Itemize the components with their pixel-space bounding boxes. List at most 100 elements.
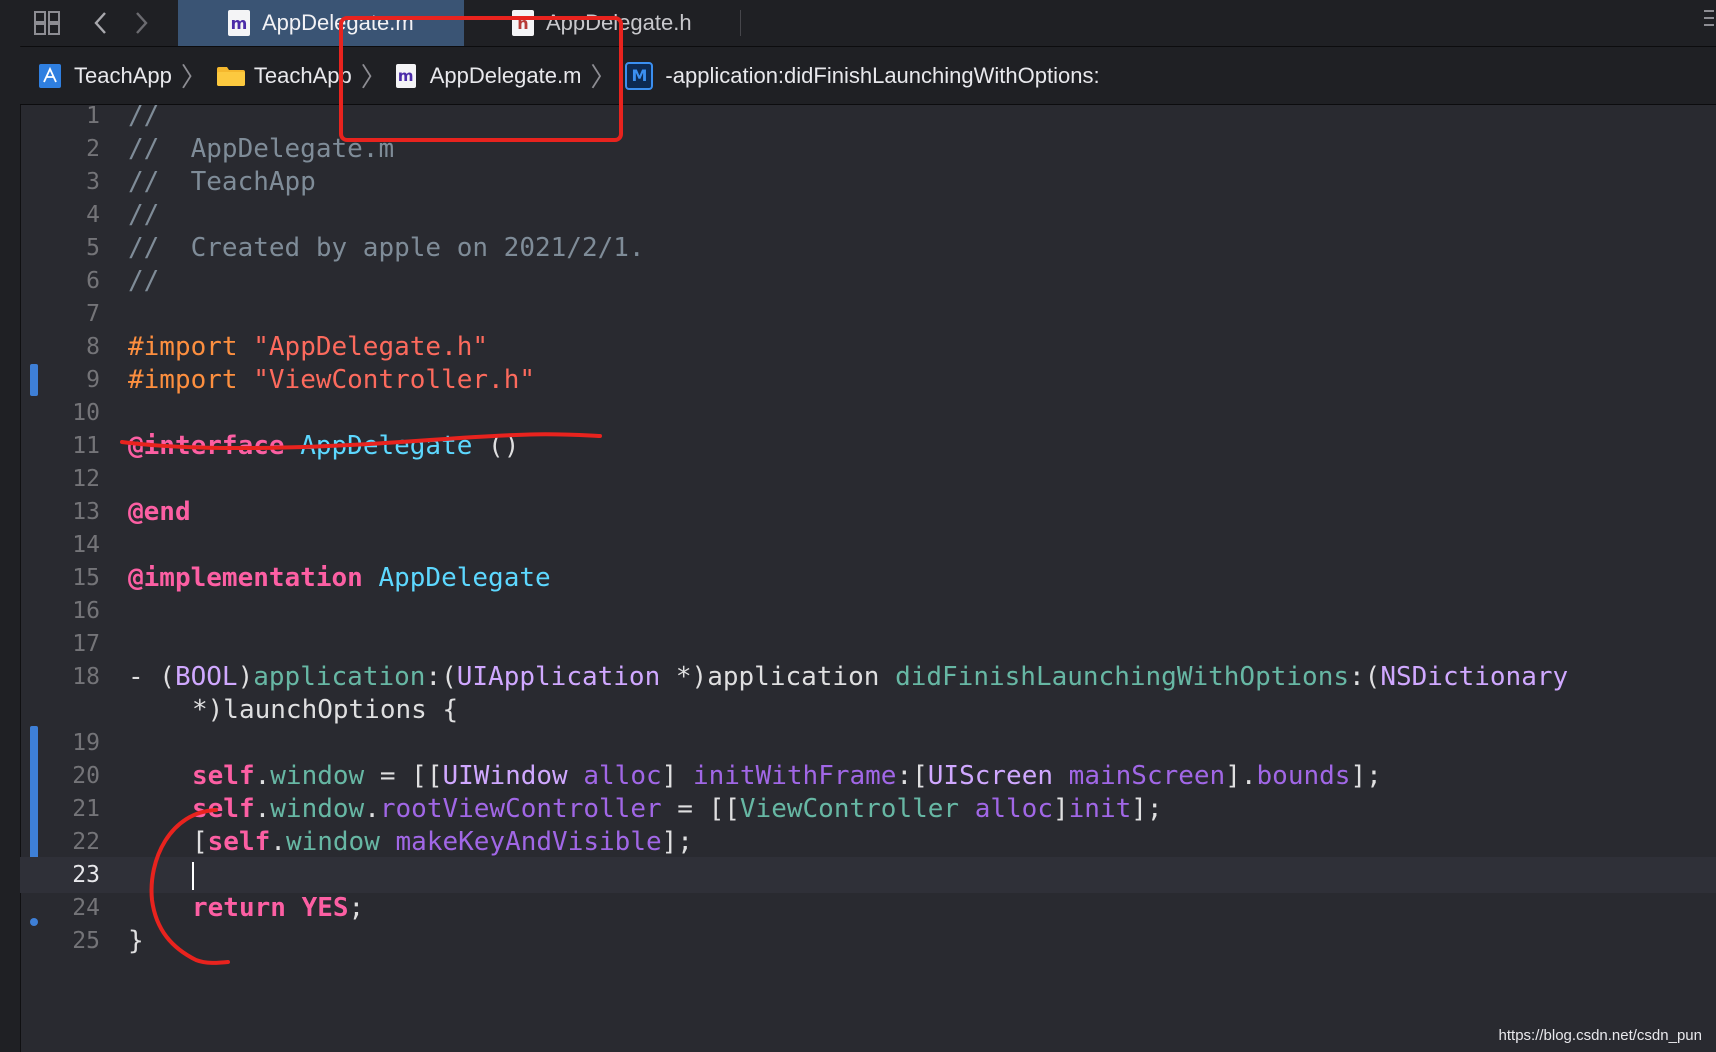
line-number: 19 <box>72 730 100 756</box>
breadcrumb-project[interactable]: TeachApp <box>20 63 172 89</box>
keyword: self <box>192 761 255 791</box>
plain-text: = [[ <box>364 761 443 791</box>
code-line: 4 // <box>20 197 1716 233</box>
breadcrumb-chevron-icon: 〉 <box>360 62 387 92</box>
plain-text: :( <box>1349 662 1381 692</box>
line-number: 23 <box>72 862 100 888</box>
plain-text: ]; <box>661 827 693 857</box>
type-name: BOOL <box>174 662 238 692</box>
tab-label: AppDelegate.m <box>262 10 414 35</box>
breadcrumb-project-label: TeachApp <box>74 62 172 88</box>
breadcrumb-folder[interactable]: TeachApp <box>216 63 352 89</box>
line-number: 7 <box>86 301 100 327</box>
code-line: 1 // <box>20 98 1716 134</box>
tab-label: AppDelegate.h <box>546 10 692 35</box>
xcode-project-icon <box>39 63 61 88</box>
watermark: https://blog.csdn.net/csdn_pun <box>1498 1027 1702 1044</box>
plain-text: :[ <box>896 761 928 791</box>
plain-text <box>380 827 396 857</box>
comment: // Created by apple on 2021/2/1. <box>128 233 645 263</box>
plain-text: . <box>254 794 271 824</box>
comment: // <box>128 200 160 230</box>
line-number: 20 <box>72 763 100 789</box>
method-name: makeKeyAndVisible <box>395 827 662 857</box>
left-gutter-strip <box>0 46 21 1052</box>
class-name: ViewController <box>739 794 960 824</box>
code-line: 18- (BOOL)application:(UIApplication *)a… <box>20 659 1716 695</box>
code-line: 20 self.window = [[UIWindow alloc] initWi… <box>20 758 1716 794</box>
line-number: 8 <box>86 334 100 360</box>
keyword: self <box>207 827 271 857</box>
plain-text: *)application <box>660 662 896 692</box>
code-line: 5 // Created by apple on 2021/2/1. <box>20 230 1716 266</box>
code-line: 25} <box>20 923 1716 959</box>
line-number: 4 <box>86 202 100 228</box>
code-line: 21 self.window.rootViewController = [[Vie… <box>20 791 1716 827</box>
plain-text: } <box>128 926 144 956</box>
string-literal: "AppDelegate.h" <box>253 332 489 362</box>
breadcrumb-file[interactable]: m AppDelegate.m <box>395 62 582 89</box>
type-name: UIWindow <box>442 761 568 791</box>
class-name: AppDelegate <box>378 563 551 593</box>
plain-text: . <box>254 761 271 791</box>
breadcrumb-method[interactable]: M -application:didFinishLaunchingWithOpt… <box>625 61 1100 90</box>
plain-text: ]; <box>1131 794 1163 824</box>
plain-text: - ( <box>128 662 175 692</box>
code-line: 19 <box>20 725 1716 761</box>
preprocessor-directive: #import <box>128 365 238 395</box>
code-line: 8 #import "AppDelegate.h" <box>20 329 1716 365</box>
code-line: 9 #import "ViewController.h" <box>20 362 1716 398</box>
grid-layout-icon[interactable] <box>30 8 64 38</box>
line-number: 2 <box>86 136 100 162</box>
line-number: 24 <box>72 895 100 921</box>
method-name: initWithFrame <box>692 761 897 791</box>
plain-text: ] <box>1053 794 1069 824</box>
method-name: didFinishLaunchingWithOptions <box>895 662 1350 692</box>
objc-m-file-icon: m <box>395 63 416 88</box>
keyword: return <box>192 893 286 923</box>
forward-chevron-icon[interactable] <box>130 8 154 38</box>
back-chevron-icon[interactable] <box>88 8 112 38</box>
method-icon: M <box>625 61 654 90</box>
more-menu-icon[interactable] <box>1702 6 1716 36</box>
plain-text: ) <box>237 662 254 692</box>
method-name: alloc <box>583 761 662 791</box>
breadcrumb-file-label: AppDelegate.m <box>429 62 582 88</box>
code-editor[interactable]: 1 // 2 // AppDelegate.m 3 // TeachApp 4 // 5… <box>20 101 1716 1052</box>
line-number: 1 <box>86 103 100 129</box>
comment: // <box>128 101 160 131</box>
plain-text: = [[ <box>661 794 740 824</box>
tab-appdelegate-h[interactable]: h AppDelegate.h <box>464 0 740 46</box>
line-number: 17 <box>72 631 100 657</box>
method-name: mainScreen <box>1068 761 1226 791</box>
breadcrumb-method-label: -application:didFinishLaunchingWithOptio… <box>665 62 1100 88</box>
folder-icon <box>216 66 245 86</box>
keyword: @implementation <box>128 563 363 593</box>
comment: // <box>128 266 160 296</box>
comment: // TeachApp <box>128 167 316 197</box>
plain-text: ]. <box>1225 761 1257 791</box>
code-line-current[interactable]: 23 <box>20 857 1716 893</box>
code-line: 7 <box>20 296 1716 332</box>
line-number: 9 <box>86 367 100 393</box>
code-line: 10 <box>20 395 1716 431</box>
property-name: rootViewController <box>379 794 662 824</box>
tab-appdelegate-m[interactable]: m AppDelegate.m <box>178 0 464 46</box>
plain-text: :( <box>425 662 457 692</box>
plain-text: . <box>270 827 286 857</box>
objc-h-file-icon: h <box>512 10 534 36</box>
keyword: YES <box>301 893 349 923</box>
code-line: 24 return YES; <box>20 890 1716 926</box>
type-name: NSDictionary <box>1380 662 1569 692</box>
comment: // AppDelegate.m <box>128 134 395 164</box>
code-line: 6 // <box>20 263 1716 299</box>
plain-text <box>568 761 584 791</box>
code-line-continuation: *)launchOptions { <box>20 692 1716 728</box>
plain-text: [ <box>192 827 208 857</box>
plain-text: *)launchOptions { <box>192 695 459 725</box>
code-line: 11 @interface AppDelegate () <box>20 428 1716 464</box>
line-number: 11 <box>72 433 100 459</box>
plain-text: ] <box>661 761 693 791</box>
code-line: 12 <box>20 461 1716 497</box>
tab-bar: m AppDelegate.m h AppDelegate.h <box>0 0 1716 47</box>
